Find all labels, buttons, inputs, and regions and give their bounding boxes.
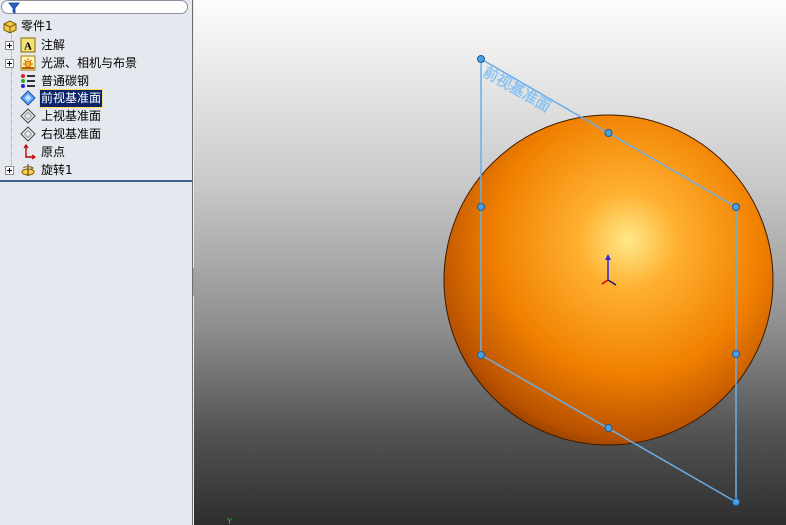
tree-item-label: 光源、相机与布景 (41, 56, 138, 70)
graphics-viewport[interactable]: 前视基准面 Y (194, 0, 786, 525)
tree-item-label: 注解 (41, 38, 66, 52)
annotations-icon: A (20, 37, 36, 53)
plane-corner-handle (477, 351, 485, 359)
plane-icon (20, 108, 36, 124)
tree-filter-input[interactable] (1, 0, 188, 14)
tree-item-right-plane[interactable]: 右视基准面 (0, 126, 190, 143)
tree-item-top-plane[interactable]: 上视基准面 (0, 108, 190, 125)
expand-toggle[interactable] (5, 41, 14, 50)
tree-item-label: 旋转1 (41, 163, 73, 177)
plane-corner-handle (732, 498, 740, 506)
plane-edge-handle (604, 424, 613, 432)
plane-edge-handle (477, 203, 485, 211)
origin-icon (23, 144, 36, 160)
tree-item-label: 原点 (41, 145, 66, 159)
tree-item-label: 普通碳钢 (41, 74, 90, 88)
tree-item-origin[interactable]: 原点 (0, 144, 190, 161)
revolve-feature-icon (21, 164, 35, 176)
plane-name-label: 前视基准面 (480, 63, 554, 116)
plane-corner-handle (732, 203, 740, 211)
lights-cameras-scene-icon (20, 55, 36, 71)
expand-toggle[interactable] (5, 59, 14, 68)
tree-item-label: 上视基准面 (41, 109, 102, 123)
part-icon (3, 20, 17, 34)
tree-separator (0, 180, 192, 182)
plane-corner-handle (477, 55, 485, 63)
3d-scene: 前视基准面 Y (226, 55, 774, 525)
svg-text:A: A (24, 41, 32, 53)
filter-funnel-icon (8, 2, 20, 14)
plane-icon (20, 126, 36, 142)
tree-item-front-plane[interactable]: 前视基准面 (0, 89, 190, 108)
tree-root-label: 零件1 (21, 19, 53, 33)
tree-item-label: 前视基准面 (38, 89, 104, 108)
tree-item-lights-cameras-scene[interactable]: 光源、相机与布景 (0, 55, 190, 72)
plane-edge-handle (604, 129, 613, 137)
tree-root-part[interactable]: 零件1 (0, 18, 190, 35)
expand-toggle[interactable] (5, 166, 14, 175)
plane-edge-handle (732, 350, 740, 358)
tree-item-material[interactable]: 普通碳钢 (0, 73, 190, 90)
tree-item-label: 右视基准面 (41, 127, 102, 141)
view-triad-y-label: Y (226, 517, 232, 525)
tree-item-revolve1[interactable]: 旋转1 (0, 162, 190, 179)
material-icon (21, 74, 35, 88)
feature-manager-tree: 零件1 A 注解 光源、相机与布景 普通碳钢 前视基准面 上视基准面 右视基准面… (0, 0, 193, 525)
plane-icon (20, 90, 36, 106)
tree-item-annotations[interactable]: A 注解 (0, 37, 190, 54)
